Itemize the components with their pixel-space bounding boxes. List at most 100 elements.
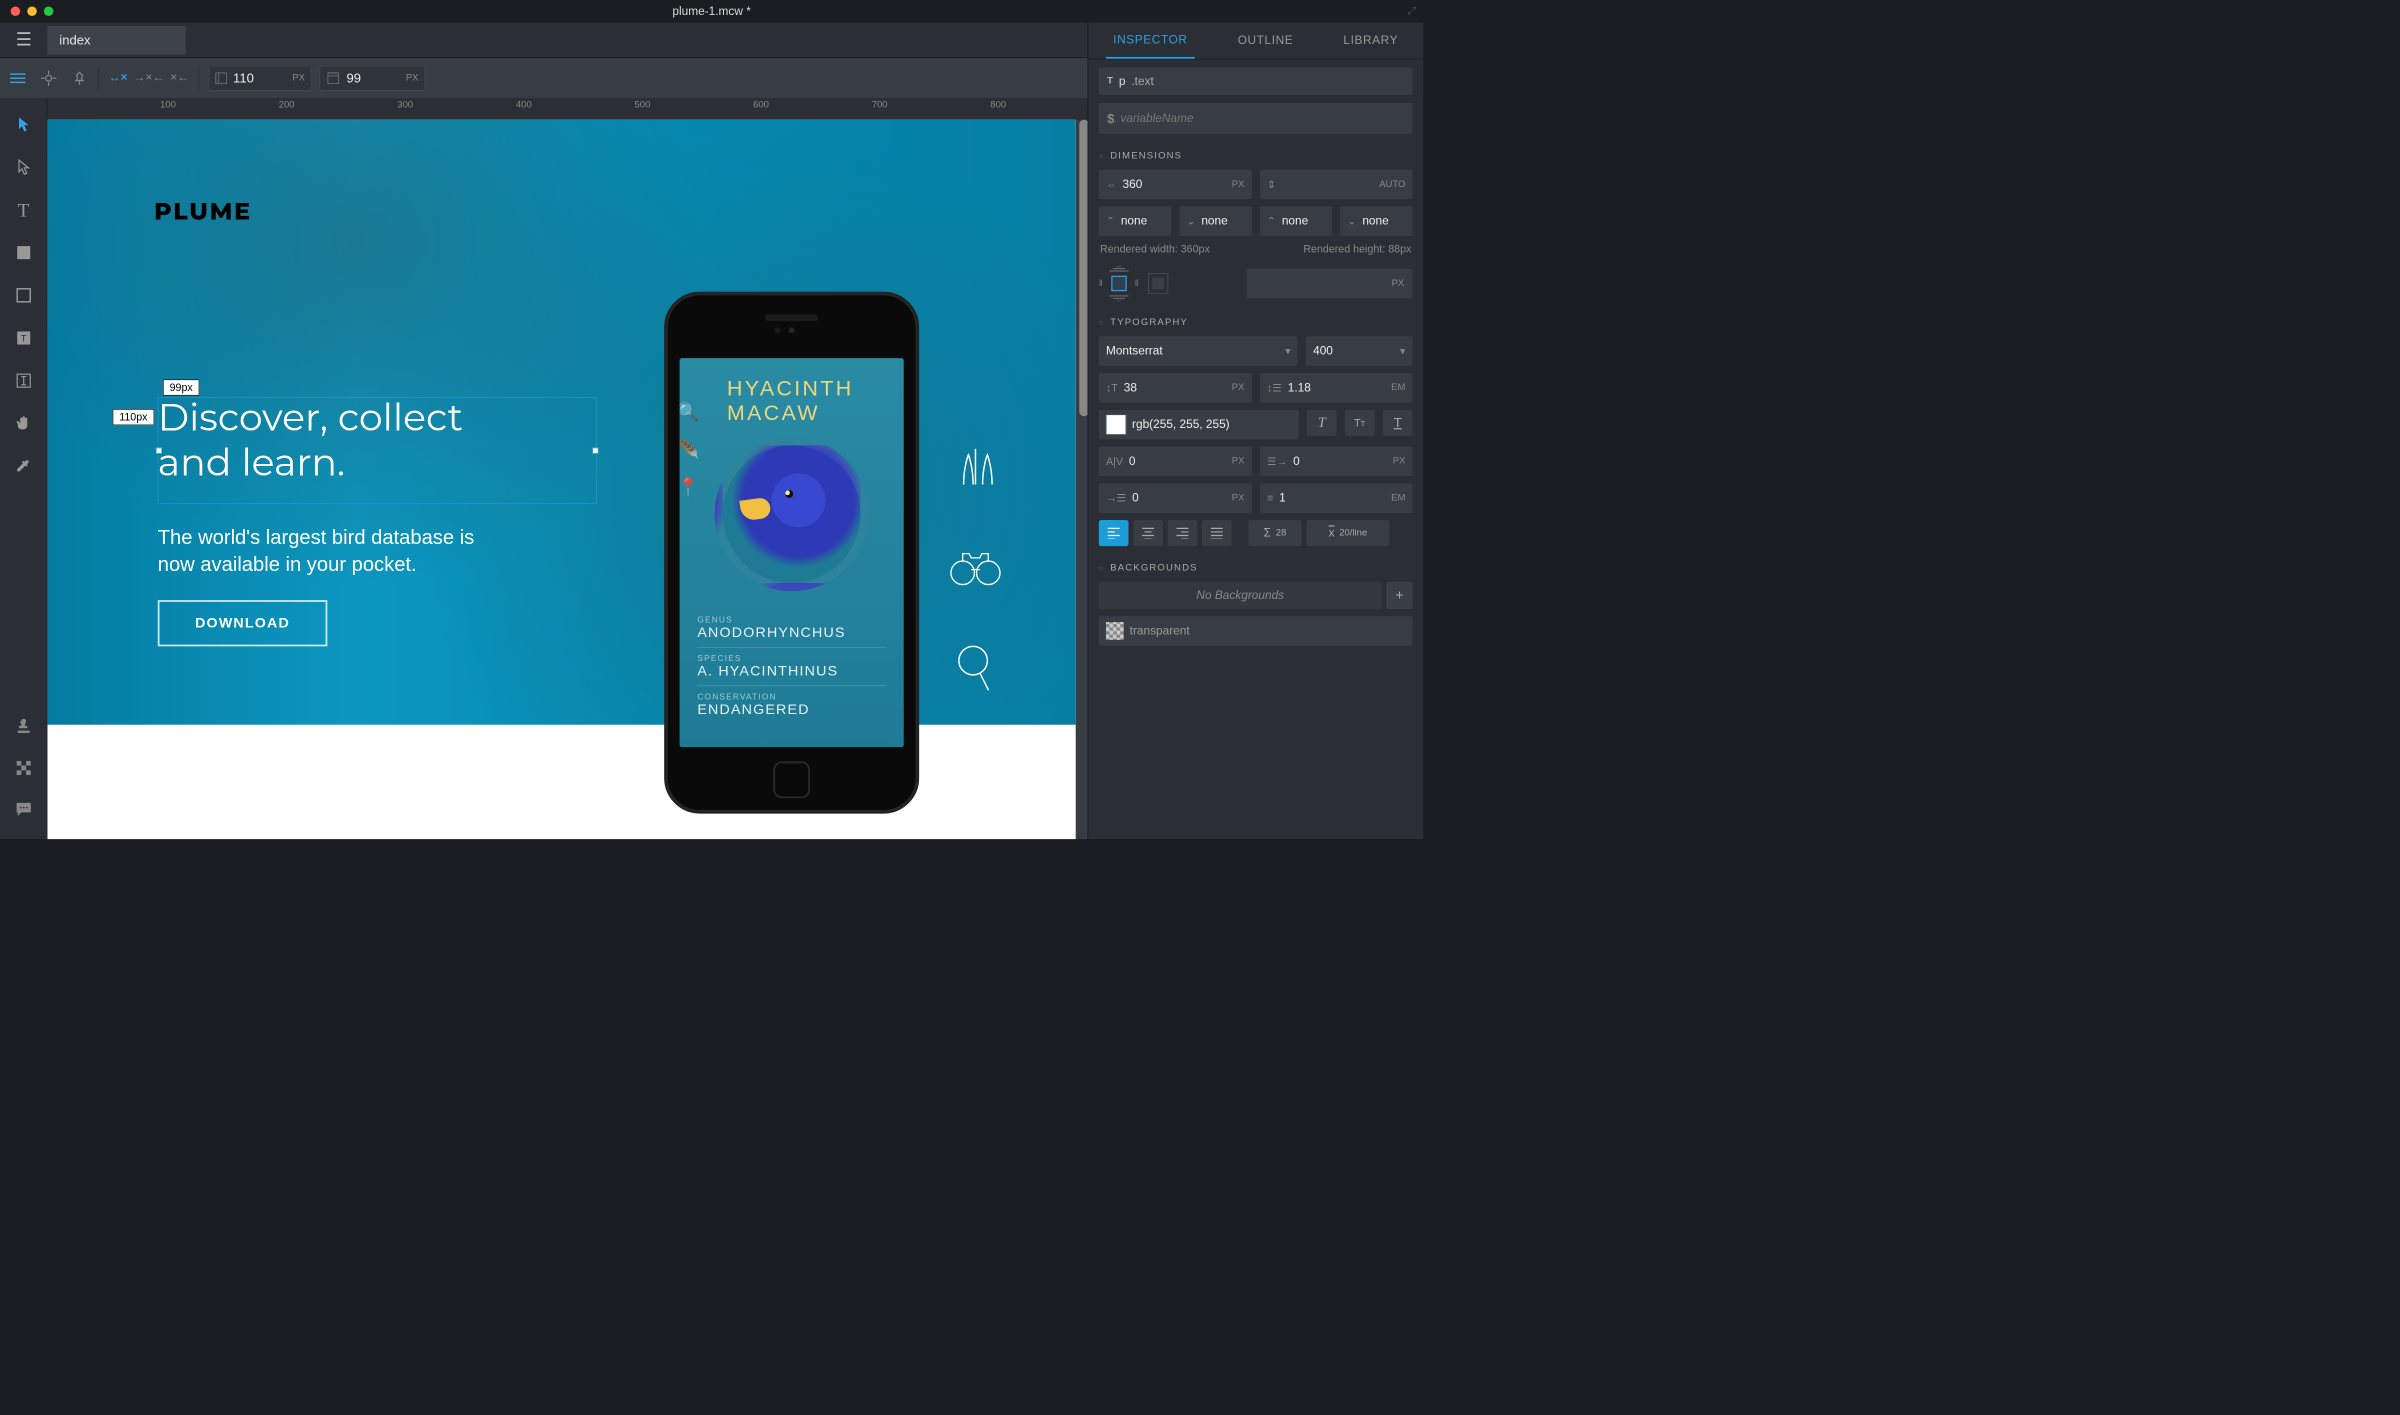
box-value-input[interactable]: PX [1246,269,1412,299]
pin-icon[interactable] [70,71,89,85]
smallcaps-toggle[interactable]: TT [1345,410,1375,436]
typography-heading: TYPOGRAPHY [1099,317,1413,328]
bg-color-input[interactable]: transparent [1099,616,1413,646]
comment-tool[interactable] [12,798,36,822]
chevron-down-icon: ▾ [1400,345,1405,357]
y-position-input[interactable]: 99 PX [320,66,425,91]
titlebar: plume-1.mcw * ⤢ [0,0,1423,23]
site-logo: PLUME [154,197,252,226]
document-tab[interactable]: index [47,26,185,54]
stamp-tool[interactable] [12,715,36,739]
dollar-icon: $ [1107,111,1114,126]
pixel-tool[interactable] [12,756,36,780]
close-window-icon[interactable] [11,7,20,16]
eyedropper-tool[interactable] [12,454,36,478]
backgrounds-heading: BACKGROUNDS [1099,563,1413,574]
letter-spacing-input[interactable]: A|V 0 PX [1099,447,1252,477]
align-right[interactable] [1168,520,1198,546]
tab-inspector[interactable]: INSPECTOR [1106,23,1195,59]
font-size-icon: ↕T [1106,382,1118,394]
phone-home-button [773,761,810,798]
underline-toggle[interactable]: T [1383,410,1413,436]
direct-select-tool[interactable] [12,155,36,179]
phone-leaf-icon: 🪶 [680,439,700,460]
download-button[interactable]: DOWNLOAD [158,600,328,646]
phone-pin-icon: 📍 [680,477,700,498]
minimize-window-icon[interactable] [27,7,36,16]
word-spacing-icon: ☰→ [1267,455,1287,467]
font-weight-select[interactable]: 400▾ [1306,336,1413,366]
panel-tabs: INSPECTOR OUTLINE LIBRARY [1088,23,1423,60]
min-w-input[interactable]: ⌃none [1099,206,1171,236]
design-canvas[interactable]: PLUME 99px 110px Discover, collect and l… [47,120,1075,839]
hero-headline[interactable]: Discover, collect and learn. [158,396,463,486]
fullscreen-icon[interactable]: ⤢ [1408,5,1417,17]
paragraph-spacing-input[interactable]: ≡ 1 EM [1260,483,1413,513]
italic-toggle[interactable]: T [1307,410,1337,436]
search-icon [949,642,1002,695]
offset-left-badge: 110px [113,409,154,425]
text-color-input[interactable]: rgb(255, 255, 255) [1099,410,1299,440]
canvas-area: 100 200 300 400 500 600 700 800 PLUME 99… [47,98,1087,839]
width-input[interactable]: ⇔ 360 PX [1099,170,1252,200]
phone-genus: GENUS ANODORHYNCHUS [697,609,886,647]
stack-icon[interactable] [8,71,27,84]
columns-input[interactable]: Σ28 [1248,520,1301,546]
hero-subtext: The world's largest bird database is now… [158,524,475,578]
max-w-input[interactable]: ⌄none [1179,206,1251,236]
tool-rail: T T [0,98,47,839]
text-type-icon: T [1107,76,1113,87]
window-title: plume-1.mcw * [672,4,750,18]
box-model-control: ‖ ‖ PX [1099,266,1413,300]
target-icon[interactable] [39,70,58,85]
align-justify[interactable] [1202,520,1232,546]
align-left[interactable] [1099,520,1129,546]
color-swatch[interactable] [1106,415,1126,435]
add-background-button[interactable]: + [1386,582,1412,609]
tab-outline[interactable]: OUTLINE [1231,23,1301,59]
x-position-input[interactable]: 110 PX [209,66,312,91]
column-rule-input[interactable]: x20/line [1306,520,1389,546]
max-h-input[interactable]: ⌄none [1340,206,1412,236]
selector-display[interactable]: T p .text [1099,68,1413,95]
hero-section: PLUME 99px 110px Discover, collect and l… [47,120,1075,725]
snap-center-icon[interactable]: →×← [139,71,158,85]
text-input-tool[interactable] [12,369,36,393]
rendered-width-label: Rendered width: 360px [1100,243,1210,255]
rectangle-tool[interactable] [12,241,36,265]
variable-input[interactable]: $ variableName [1099,103,1413,134]
phone-search-icon: 🔍 [680,402,700,423]
chevron-down-icon: ▾ [1285,345,1290,357]
transparent-swatch [1106,622,1124,640]
zoom-window-icon[interactable] [44,7,53,16]
font-family-select[interactable]: Montserrat▾ [1099,336,1298,366]
svg-text:T: T [21,334,27,345]
snap-x-icon[interactable]: ↔× [109,71,128,85]
horizontal-ruler[interactable]: 100 200 300 400 500 600 700 800 [47,98,1087,119]
snap-left-icon[interactable]: ×← [170,71,189,85]
box-content-icon[interactable] [1111,276,1126,291]
hand-tool[interactable] [12,412,36,436]
phone-screen: 🔍 🪶 📍 HYACINTH MACAW GENUS ANODORHYNCHUS… [680,358,904,747]
text-box-tool[interactable]: T [12,326,36,350]
height-icon: ⇕ [1267,178,1276,190]
line-height-input[interactable]: ↕☰ 1.18 EM [1260,373,1413,403]
phone-conservation: CONSERVATION ENDANGERED [697,685,886,724]
offset-top-badge: 99px [163,380,199,396]
no-backgrounds-placeholder: No Backgrounds [1099,582,1382,609]
text-tool[interactable]: T [12,198,36,222]
word-spacing-input[interactable]: ☰→ 0 PX [1260,447,1413,477]
min-h-input[interactable]: ⌃none [1260,206,1332,236]
phone-mock: 🔍 🪶 📍 HYACINTH MACAW GENUS ANODORHYNCHUS… [664,292,919,814]
box-border-icon[interactable] [1148,273,1168,293]
select-tool[interactable] [12,113,36,137]
font-size-input[interactable]: ↕T 38 PX [1099,373,1252,403]
rectangle-outline-tool[interactable] [12,283,36,307]
height-input[interactable]: ⇕ AUTO [1260,170,1413,200]
align-center[interactable] [1133,520,1163,546]
app-menu-icon[interactable]: ☰ [0,30,47,51]
rendered-height-label: Rendered height: 88px [1303,243,1411,255]
indent-input[interactable]: →☰ 0 PX [1099,483,1252,513]
tab-library[interactable]: LIBRARY [1336,23,1405,59]
leaf-icon [949,440,1002,493]
